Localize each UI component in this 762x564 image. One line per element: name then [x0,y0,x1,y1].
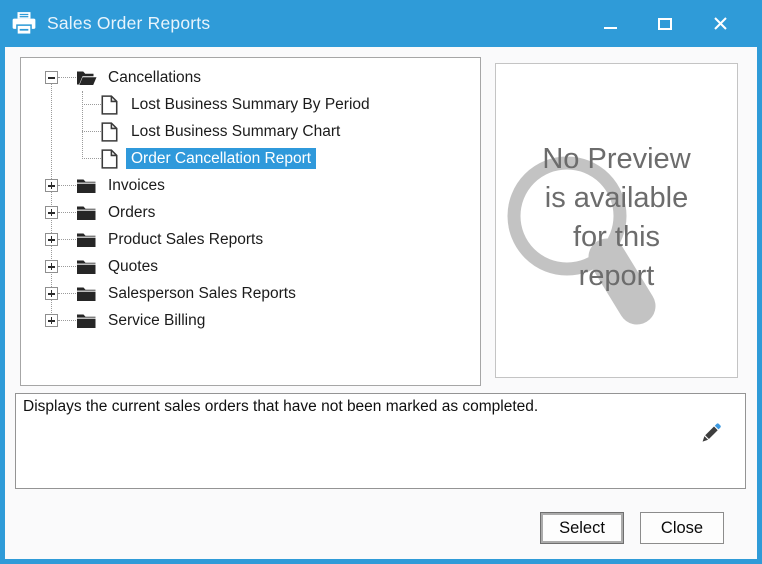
tree-item-label[interactable]: Invoices [103,175,170,196]
window-controls [602,16,728,32]
report-tree-panel[interactable]: Cancellations Lost Business Summary By Pe… [20,57,481,386]
tree-item-invoices[interactable]: Invoices [21,172,480,199]
tree-item-quotes[interactable]: Quotes [21,253,480,280]
collapse-toggle-icon[interactable] [45,71,58,84]
expand-toggle-icon[interactable] [45,314,58,327]
printer-icon [11,11,37,36]
tree-connector-line [82,158,101,159]
select-button[interactable]: Select [540,512,624,544]
minimize-icon [603,26,617,29]
document-icon [101,148,118,169]
maximize-icon [658,17,672,30]
folder-closed-icon [76,258,97,275]
folder-open-icon [76,69,97,86]
report-description-box[interactable]: Displays the current sales orders that h… [15,393,746,489]
report-tree: Cancellations Lost Business Summary By Pe… [21,64,480,334]
expand-toggle-icon[interactable] [45,206,58,219]
tree-item-salesperson-sales-reports[interactable]: Salesperson Sales Reports [21,280,480,307]
close-dialog-button[interactable]: Close [640,512,724,544]
folder-closed-icon [76,204,97,221]
preview-panel: No Preview is available for this report [495,63,738,378]
report-description-text: Displays the current sales orders that h… [23,398,539,415]
tree-item-order-cancellation-report[interactable]: Order Cancellation Report [21,145,480,172]
tree-item-label[interactable]: Salesperson Sales Reports [103,283,301,304]
tree-item-label[interactable]: Quotes [103,256,163,277]
expand-toggle-icon[interactable] [45,179,58,192]
tree-item-label[interactable]: Lost Business Summary Chart [126,121,345,142]
tree-item-product-sales-reports[interactable]: Product Sales Reports [21,226,480,253]
expand-toggle-icon[interactable] [45,233,58,246]
tree-item-lost-business-summary-chart[interactable]: Lost Business Summary Chart [21,118,480,145]
tree-connector-line [58,320,76,321]
dialog-content: Cancellations Lost Business Summary By Pe… [5,47,757,559]
tree-connector-line [58,239,76,240]
tree-item-service-billing[interactable]: Service Billing [21,307,480,334]
maximize-button[interactable] [657,16,673,32]
document-icon [101,94,118,115]
window-title: Sales Order Reports [47,13,211,33]
tree-connector-line [58,212,76,213]
close-button[interactable] [712,16,728,32]
tree-connector-line [58,185,76,186]
tree-item-label[interactable]: Product Sales Reports [103,229,268,250]
tree-item-lost-business-summary-by-period[interactable]: Lost Business Summary By Period [21,91,480,118]
tree-connector-line [58,266,76,267]
titlebar[interactable]: Sales Order Reports [0,0,762,47]
document-icon [101,121,118,142]
pencil-edit-icon[interactable] [700,421,722,449]
tree-item-label[interactable]: Service Billing [103,310,210,331]
tree-item-label[interactable]: Cancellations [103,67,206,88]
expand-toggle-icon[interactable] [45,287,58,300]
close-icon [713,17,727,30]
tree-item-label[interactable]: Order Cancellation Report [126,148,317,169]
folder-closed-icon [76,231,97,248]
sales-order-reports-dialog: Sales Order Reports Cancellations Lost Bu… [0,0,762,564]
folder-closed-icon [76,312,97,329]
minimize-button[interactable] [602,16,618,32]
tree-item-label[interactable]: Orders [103,202,160,223]
tree-connector-line [58,293,76,294]
tree-item-label[interactable]: Lost Business Summary By Period [126,94,375,115]
tree-item-cancellations[interactable]: Cancellations [21,64,480,91]
tree-item-orders[interactable]: Orders [21,199,480,226]
tree-connector-line [82,104,101,105]
expand-toggle-icon[interactable] [45,260,58,273]
folder-closed-icon [76,285,97,302]
tree-connector-line [82,131,101,132]
no-preview-text: No Preview is available for this report [542,143,691,292]
folder-closed-icon [76,177,97,194]
dialog-footer: Select Close [5,512,757,544]
tree-connector-line [58,77,76,78]
